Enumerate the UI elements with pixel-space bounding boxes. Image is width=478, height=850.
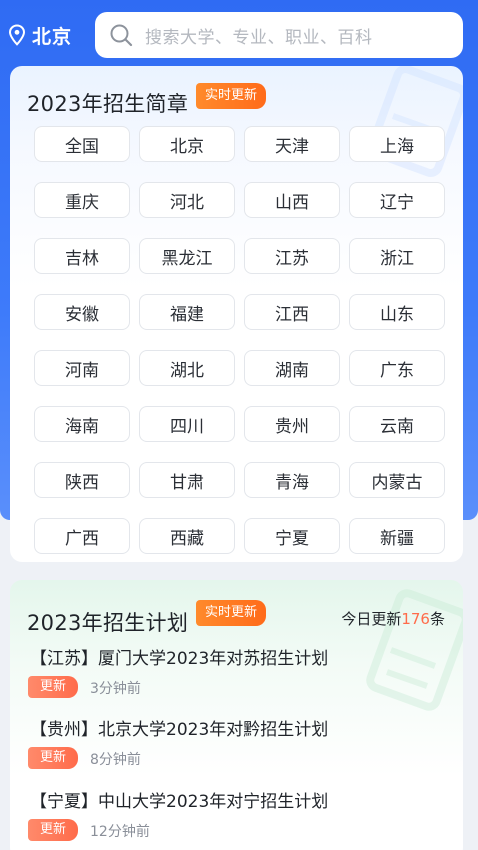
plan-list-item[interactable]: 【贵州】北京大学2023年对黔招生计划 更新 8分钟前 xyxy=(10,715,463,785)
search-input[interactable]: 搜索大学、专业、职业、百科 xyxy=(95,12,463,58)
location-pin-icon xyxy=(8,24,26,46)
brochure-card: 2023年招生简章 实时更新 全国 北京 天津 上海 重庆 河北 山西 辽宁 吉… xyxy=(10,66,463,562)
region-button[interactable]: 全国 xyxy=(34,126,130,162)
top-bar: 北京 搜索大学、专业、职业、百科 xyxy=(0,0,478,68)
region-button[interactable]: 北京 xyxy=(139,126,235,162)
today-update-prefix: 今日更新 xyxy=(341,610,402,628)
today-update-count: 今日更新176条 xyxy=(341,608,445,629)
region-button[interactable]: 内蒙古 xyxy=(349,462,445,498)
region-button[interactable]: 西藏 xyxy=(139,518,235,554)
region-button[interactable]: 上海 xyxy=(349,126,445,162)
city-selector[interactable]: 北京 xyxy=(8,20,72,50)
region-button[interactable]: 陕西 xyxy=(34,462,130,498)
region-grid: 全国 北京 天津 上海 重庆 河北 山西 辽宁 吉林 黑龙江 江苏 浙江 安徽 … xyxy=(34,126,445,554)
plan-list-item[interactable]: 【宁夏】中山大学2023年对宁招生计划 更新 12分钟前 xyxy=(10,787,463,850)
region-button[interactable]: 辽宁 xyxy=(349,182,445,218)
region-button[interactable]: 青海 xyxy=(244,462,340,498)
region-button[interactable]: 天津 xyxy=(244,126,340,162)
update-tag: 更新 xyxy=(28,676,78,698)
region-button[interactable]: 河北 xyxy=(139,182,235,218)
region-button[interactable]: 河南 xyxy=(34,350,130,386)
region-button[interactable]: 浙江 xyxy=(349,238,445,274)
city-label: 北京 xyxy=(32,25,73,48)
enrollment-plan-card: 2023年招生计划 实时更新 今日更新176条 【江苏】厦门大学2023年对苏招… xyxy=(10,580,463,850)
region-button[interactable]: 江苏 xyxy=(244,238,340,274)
update-tag: 更新 xyxy=(28,819,78,841)
update-tag: 更新 xyxy=(28,747,78,769)
plan-item-title: 【江苏】厦门大学2023年对苏招生计划 xyxy=(30,649,329,669)
region-button[interactable]: 甘肃 xyxy=(139,462,235,498)
region-button[interactable]: 福建 xyxy=(139,294,235,330)
region-button[interactable]: 四川 xyxy=(139,406,235,442)
region-button[interactable]: 湖北 xyxy=(139,350,235,386)
region-button[interactable]: 新疆 xyxy=(349,518,445,554)
region-button[interactable]: 湖南 xyxy=(244,350,340,386)
live-update-badge: 实时更新 xyxy=(196,600,267,626)
region-button[interactable]: 安徽 xyxy=(34,294,130,330)
plan-item-time: 8分钟前 xyxy=(90,752,141,768)
region-button[interactable]: 贵州 xyxy=(244,406,340,442)
region-button[interactable]: 吉林 xyxy=(34,238,130,274)
region-button[interactable]: 山西 xyxy=(244,182,340,218)
plan-item-title: 【贵州】北京大学2023年对黔招生计划 xyxy=(30,720,329,740)
region-button[interactable]: 广东 xyxy=(349,350,445,386)
region-button[interactable]: 黑龙江 xyxy=(139,238,235,274)
plan-item-time: 12分钟前 xyxy=(90,824,150,840)
region-button[interactable]: 宁夏 xyxy=(244,518,340,554)
plan-list-item[interactable]: 【江苏】厦门大学2023年对苏招生计划 更新 3分钟前 xyxy=(10,644,463,714)
live-update-badge: 实时更新 xyxy=(196,83,267,109)
region-button[interactable]: 山东 xyxy=(349,294,445,330)
plan-item-title: 【宁夏】中山大学2023年对宁招生计划 xyxy=(30,792,329,812)
region-button[interactable]: 云南 xyxy=(349,406,445,442)
today-update-number: 176 xyxy=(401,610,430,628)
today-update-suffix: 条 xyxy=(429,610,445,628)
plan-item-time: 3分钟前 xyxy=(90,681,141,697)
search-placeholder: 搜索大学、专业、职业、百科 xyxy=(145,27,373,48)
region-button[interactable]: 海南 xyxy=(34,406,130,442)
plan-title: 2023年招生计划 xyxy=(27,611,189,635)
region-button[interactable]: 江西 xyxy=(244,294,340,330)
region-button[interactable]: 重庆 xyxy=(34,182,130,218)
search-icon xyxy=(110,24,133,47)
region-button[interactable]: 广西 xyxy=(34,518,130,554)
brochure-title: 2023年招生简章 xyxy=(27,92,189,116)
